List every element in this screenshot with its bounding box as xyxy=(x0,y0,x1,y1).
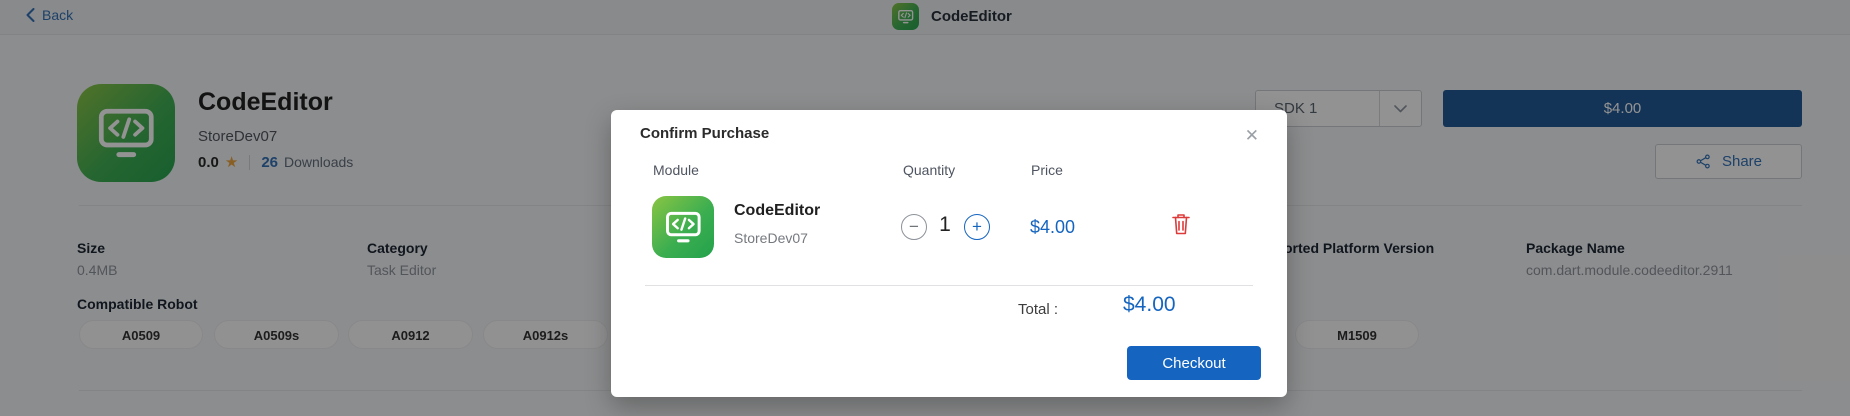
total-label: Total : xyxy=(1018,301,1058,318)
column-header-price: Price xyxy=(1031,162,1063,178)
delete-item-button[interactable] xyxy=(1171,212,1191,236)
quantity-increase-button[interactable]: + xyxy=(964,214,990,240)
cart-item-icon xyxy=(652,196,714,258)
quantity-value: 1 xyxy=(927,213,963,237)
column-header-module: Module xyxy=(653,162,699,178)
cart-item-name: CodeEditor xyxy=(734,202,820,220)
module-detail-page: Back CodeEditor CodeEditor Sto xyxy=(0,0,1850,416)
modal-divider xyxy=(645,285,1253,286)
column-header-quantity: Quantity xyxy=(903,162,955,178)
confirm-purchase-modal: Confirm Purchase ✕ Module Quantity Price… xyxy=(611,110,1287,397)
modal-title: Confirm Purchase xyxy=(640,125,769,142)
cart-item-developer: StoreDev07 xyxy=(734,230,808,246)
quantity-decrease-button[interactable]: − xyxy=(901,214,927,240)
close-icon[interactable]: ✕ xyxy=(1245,127,1259,144)
checkout-button[interactable]: Checkout xyxy=(1127,346,1261,380)
total-value: $4.00 xyxy=(1123,293,1176,317)
cart-item-price: $4.00 xyxy=(1030,217,1075,238)
